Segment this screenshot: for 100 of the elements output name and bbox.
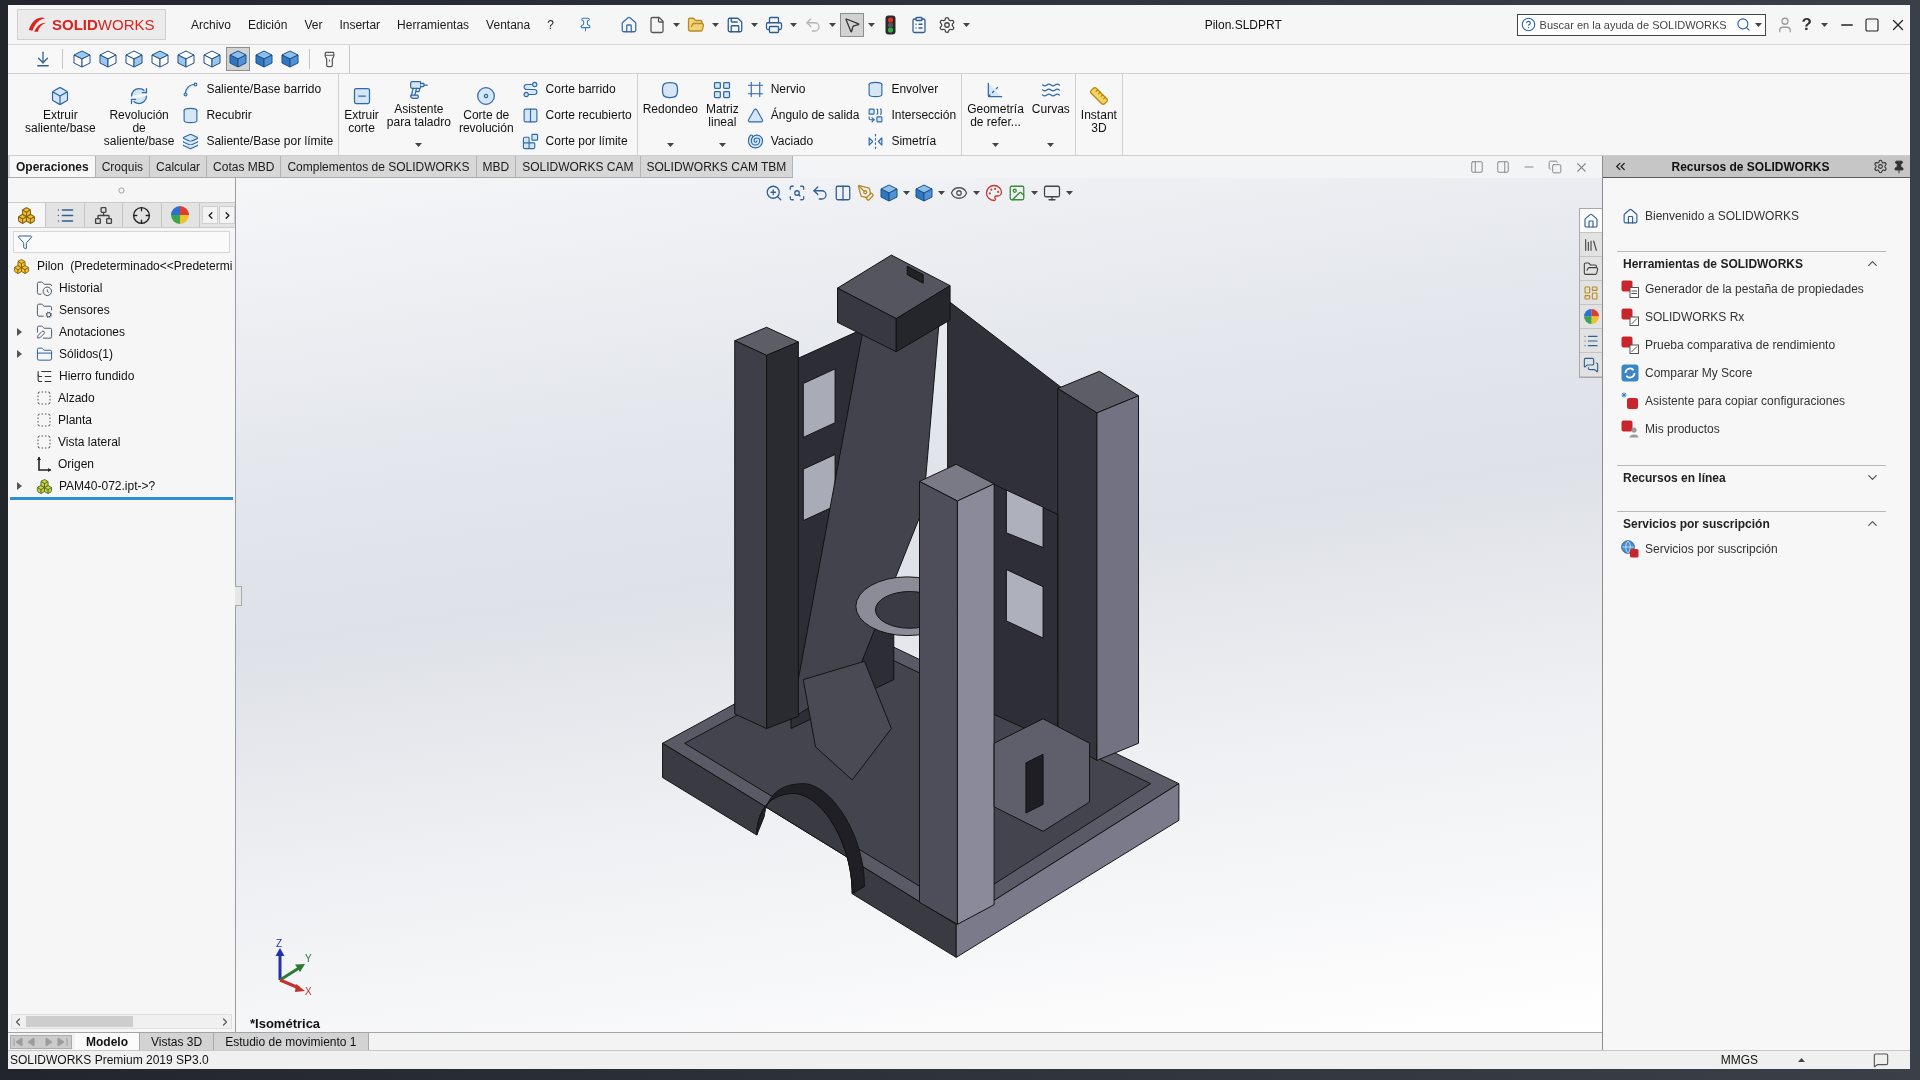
ribbon-button[interactable]: Geometría de refer... [965,74,1026,155]
ribbon-button[interactable]: Corte recubierto [519,102,634,128]
shaded-cube-icon[interactable] [915,184,933,202]
menu-item[interactable]: Insertar [339,17,381,32]
resource-link[interactable]: Asistente para copiar configuraciones [1617,387,1846,415]
arrow-down-to-line-icon[interactable] [34,50,52,68]
caret-icon[interactable] [789,22,797,27]
caret-icon[interactable] [1047,143,1055,147]
monitor-icon[interactable] [1043,184,1061,202]
model-tab[interactable]: Vistas 3D [140,1033,215,1050]
welcome-link[interactable]: Bienvenido a SOLIDWORKS [1617,206,1800,226]
ribbon-button[interactable]: Corte de revolución [456,74,516,155]
model-tab[interactable]: Modelo [75,1033,140,1050]
caret-icon[interactable] [672,22,680,27]
undo-icon[interactable] [811,184,829,202]
picture-icon[interactable] [1008,184,1026,202]
tool-button[interactable] [839,12,864,37]
caret-icon[interactable] [718,143,726,147]
maximize-icon[interactable] [1864,16,1880,33]
ribbon-button[interactable]: Curvas [1029,74,1072,155]
tree-item[interactable]: Planta [8,409,235,431]
speech-bubble-icon[interactable] [1873,1052,1889,1068]
ribbon-button[interactable]: Recubrir [180,102,336,128]
caret-icon[interactable] [938,191,945,195]
expand-arrow-icon[interactable] [16,350,22,358]
menu-item[interactable]: Edición [248,17,288,32]
scroll-right-button[interactable] [219,206,236,224]
caret-up-icon[interactable] [1798,1058,1805,1062]
shaded-cube-icon[interactable] [880,184,898,202]
expand-arrow-icon[interactable] [16,482,22,490]
eye-icon[interactable] [950,184,968,202]
pen-icon[interactable] [857,184,875,202]
menu-item[interactable]: Herramientas [397,17,470,32]
ribbon-button[interactable]: Saliente/Base por límite [180,128,336,154]
help-button[interactable]: ? [1801,14,1812,35]
settings-icon[interactable] [1873,159,1888,174]
ribbon-button[interactable]: Matriz lineal [704,74,741,155]
menu-item[interactable]: Ventana [486,17,531,32]
resource-link[interactable]: SOLIDWORKS Rx [1617,303,1745,331]
ribbon-button[interactable]: Corte por límite [519,128,634,154]
ribbon-button[interactable]: Extruir corte [342,74,381,155]
ribbon-button[interactable]: Saliente/Base barrido [180,76,336,102]
tree-item[interactable]: Sólidos(1) [8,343,235,365]
caret-icon[interactable] [867,22,875,27]
splitter-handle[interactable] [235,586,242,606]
tree-item[interactable]: Anotaciones [8,321,235,343]
expand-arrow-icon[interactable] [16,328,22,336]
palette-icon[interactable] [985,184,1003,202]
ribbon-button[interactable]: Redondeo [640,74,701,155]
ribbon-button[interactable]: Extruir saliente/base [23,74,98,155]
menu-item[interactable]: ? [547,17,554,32]
ribbon-button[interactable]: Nervio [744,76,862,102]
tree-item[interactable]: Vista lateral [8,431,235,453]
caret-icon[interactable] [666,143,674,147]
resource-link[interactable]: Servicios por suscripción [1617,535,1778,563]
tree-item[interactable]: Origen [8,453,235,475]
pin-icon[interactable] [1892,159,1906,174]
caret-icon[interactable] [1031,191,1038,195]
scrollbar-thumb[interactable] [26,1016,133,1027]
menu-item[interactable]: Archivo [191,17,231,32]
app-logo[interactable]: SOLIDWORKS [17,9,166,40]
caret-icon[interactable] [711,22,719,27]
tree-item[interactable]: Historial [8,277,235,299]
resource-link[interactable]: Mis productos [1617,415,1720,443]
menu-item[interactable]: Ver [304,17,323,32]
ribbon-button[interactable]: Ángulo de salida [744,102,862,128]
resource-link[interactable]: Prueba comparativa de rendimiento [1617,331,1836,359]
caret-icon[interactable] [973,191,980,195]
ribbon-button[interactable]: Envolver [865,76,959,102]
model-tab[interactable]: Estudio de movimiento 1 [214,1033,369,1050]
ribbon-button[interactable]: Revolución de saliente/base [101,74,177,155]
scan-search-icon[interactable] [788,184,806,202]
caret-icon[interactable] [1066,191,1073,195]
resource-link[interactable]: Generador de la pestaña de propiedades [1617,275,1864,303]
tree-item[interactable]: PAM40-072.ipt->? [8,475,235,497]
units-selector[interactable]: MMGS [1720,1053,1758,1067]
ribbon-button[interactable]: Intersección [865,102,959,128]
caret-icon[interactable] [1754,22,1762,27]
task-pane-tab[interactable] [1580,209,1602,233]
ribbon-button[interactable]: Corte barrido [519,76,634,102]
filter-field[interactable] [13,231,230,253]
caret-icon[interactable] [415,143,423,147]
grip-icon[interactable] [118,186,125,194]
ribbon-button[interactable]: Simetría [865,128,959,154]
caret-icon[interactable] [992,143,999,147]
caret-icon[interactable] [903,191,910,195]
ribbon-button[interactable]: Asistente para taladro [384,74,453,155]
caret-icon[interactable] [750,22,758,27]
horizontal-scrollbar[interactable] [11,1014,232,1029]
tree-item[interactable]: Pilon (Predeterminado<<Predetermi [8,255,235,277]
command-tab[interactable]: Operaciones [10,156,96,177]
caret-icon[interactable] [962,22,970,27]
pin-icon[interactable] [577,17,593,32]
tree-item[interactable]: Alzado [8,387,235,409]
search-field[interactable]: Buscar en la ayuda de SOLIDWORKS [1516,13,1766,36]
scroll-left-button[interactable] [202,206,219,224]
resource-link[interactable]: Comparar My Score [1617,359,1753,387]
split-panel-icon[interactable] [834,184,852,202]
caret-icon[interactable] [1821,22,1828,27]
tree-item[interactable]: Hierro fundido [8,365,235,387]
